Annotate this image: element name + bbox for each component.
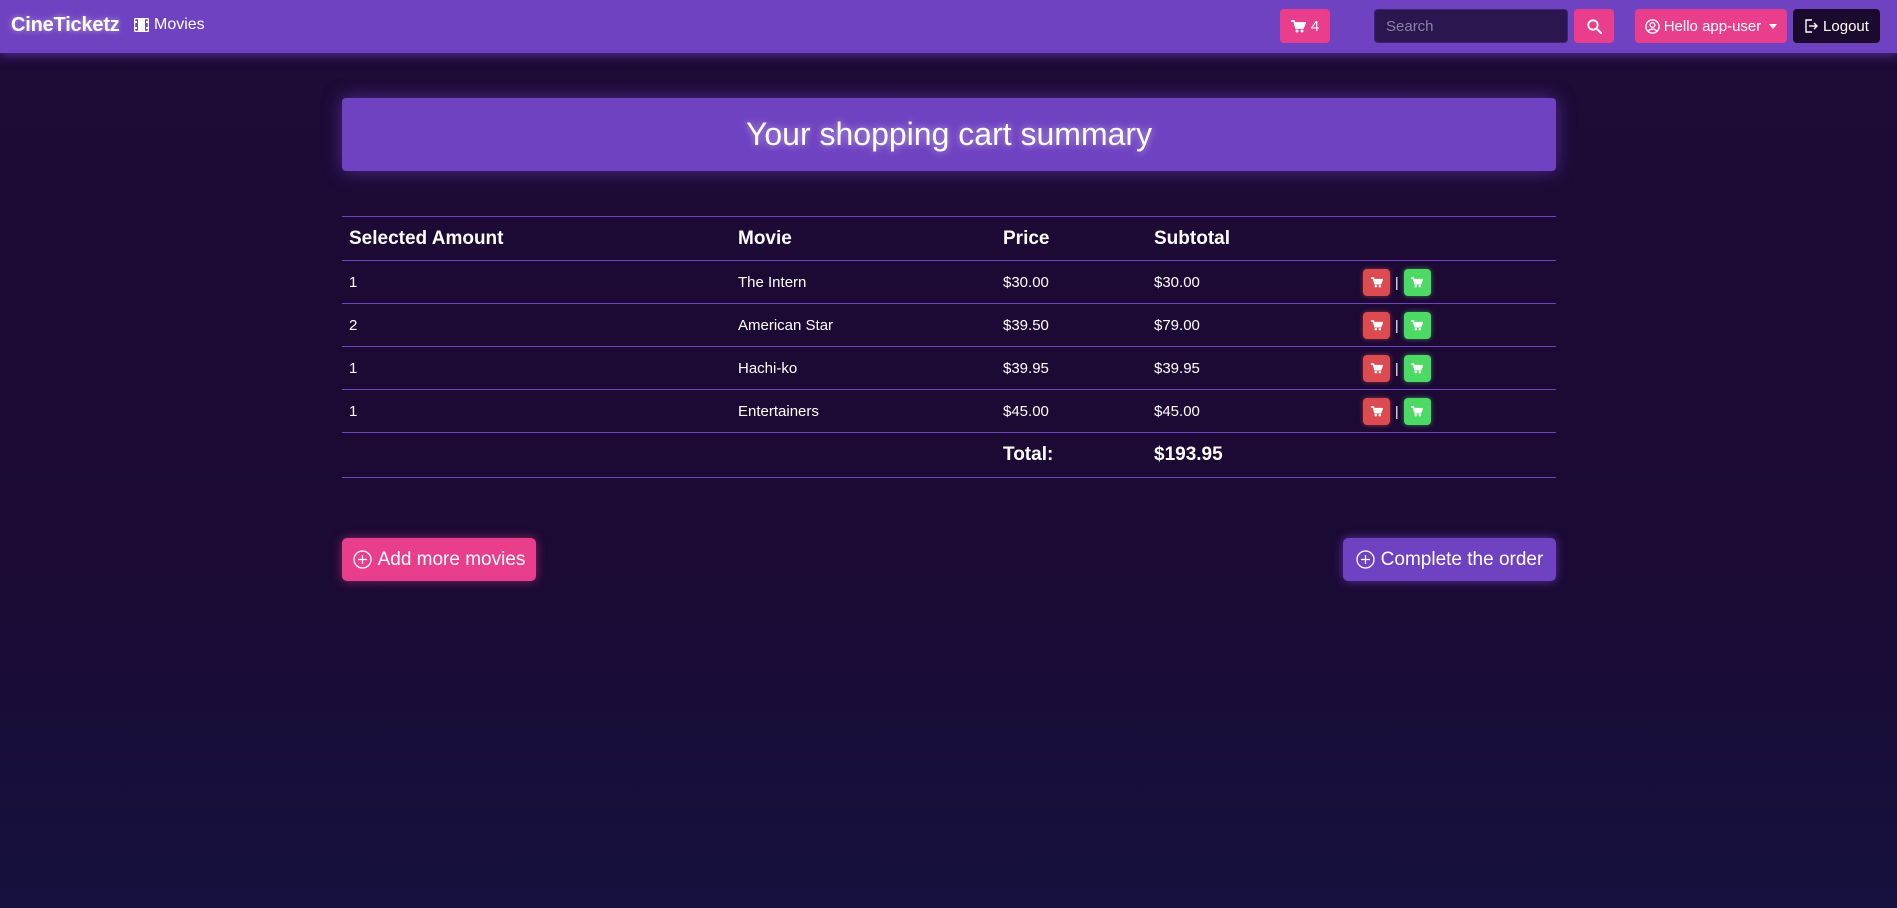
cell-subtotal: $79.00 — [1147, 303, 1356, 347]
remove-from-cart-button[interactable] — [1363, 354, 1390, 382]
cell-price: $45.00 — [996, 389, 1147, 433]
cell-actions: | — [1356, 346, 1556, 390]
cart-icon — [1411, 362, 1424, 373]
user-greeting: Hello app-user — [1663, 17, 1762, 35]
cart-icon — [1411, 405, 1424, 416]
add-to-cart-button[interactable] — [1403, 397, 1431, 425]
action-separator: | — [1395, 403, 1399, 419]
cell-actions: | — [1356, 303, 1556, 347]
table-row: 1 Entertainers $45.00 $45.00 | — [342, 389, 1556, 433]
cell-subtotal: $30.00 — [1147, 260, 1356, 304]
table-row: 1 The Intern $30.00 $30.00 | — [342, 260, 1556, 304]
cart-icon — [1370, 319, 1383, 330]
cell-amount: 1 — [342, 260, 731, 304]
logout-button[interactable]: Logout — [1793, 9, 1880, 43]
cell-movie: American Star — [731, 303, 996, 347]
film-icon — [134, 18, 149, 32]
nav-movies-label: Movies — [154, 16, 205, 33]
cell-movie: Hachi-ko — [731, 346, 996, 390]
table-header-row: Selected Amount Movie Price Subtotal — [342, 216, 1556, 261]
cart-icon — [1411, 276, 1424, 287]
remove-from-cart-button[interactable] — [1363, 268, 1390, 296]
cart-icon — [1411, 319, 1424, 330]
page-title: Your shopping cart summary — [745, 116, 1153, 152]
cart-button[interactable]: 4 — [1280, 9, 1330, 43]
action-separator: | — [1395, 274, 1399, 290]
page-title-banner: Your shopping cart summary — [342, 98, 1556, 171]
remove-from-cart-button[interactable] — [1363, 311, 1390, 339]
total-label: Total: — [996, 432, 1147, 478]
nav-movies-link[interactable]: Movies — [134, 16, 205, 34]
complete-order-button[interactable]: Complete the order — [1343, 538, 1556, 581]
action-separator: | — [1395, 360, 1399, 376]
logout-label: Logout — [1823, 17, 1869, 35]
search-button[interactable] — [1574, 9, 1614, 43]
search-input[interactable] — [1374, 9, 1568, 43]
cart-icon — [1290, 19, 1306, 32]
header-actions — [1356, 216, 1556, 261]
search-icon — [1586, 18, 1602, 34]
add-to-cart-button[interactable] — [1403, 268, 1431, 296]
plus-circle-icon — [352, 550, 372, 569]
navbar: CineTicketz Movies 4 Hello app-user — [0, 0, 1897, 53]
user-menu-button[interactable]: Hello app-user — [1635, 9, 1787, 43]
cell-price: $39.50 — [996, 303, 1147, 347]
cell-movie: The Intern — [731, 260, 996, 304]
cell-actions: | — [1356, 389, 1556, 433]
plus-circle-icon — [1356, 550, 1375, 569]
header-subtotal: Subtotal — [1147, 216, 1356, 261]
cart-icon — [1370, 362, 1383, 373]
cell-amount: 1 — [342, 389, 731, 433]
chevron-down-icon — [1769, 23, 1778, 29]
add-more-movies-button[interactable]: Add more movies — [342, 538, 536, 581]
logout-icon — [1805, 19, 1819, 33]
add-to-cart-button[interactable] — [1403, 354, 1431, 382]
cell-subtotal: $45.00 — [1147, 389, 1356, 433]
add-more-movies-label: Add more movies — [377, 548, 526, 570]
cart-table: Selected Amount Movie Price Subtotal 1 T… — [342, 216, 1556, 478]
brand-logo[interactable]: CineTicketz — [11, 14, 120, 37]
add-to-cart-button[interactable] — [1403, 311, 1431, 339]
remove-from-cart-button[interactable] — [1363, 397, 1390, 425]
cell-amount: 2 — [342, 303, 731, 347]
total-row: Total: $193.95 — [342, 432, 1556, 478]
cell-price: $39.95 — [996, 346, 1147, 390]
cell-movie: Entertainers — [731, 389, 996, 433]
cell-actions: | — [1356, 260, 1556, 304]
cart-icon — [1370, 276, 1383, 287]
header-movie: Movie — [731, 216, 996, 261]
total-value: $193.95 — [1147, 432, 1356, 478]
cart-icon — [1370, 405, 1383, 416]
user-circle-icon — [1644, 18, 1660, 34]
header-selected-amount: Selected Amount — [342, 216, 731, 261]
action-separator: | — [1395, 317, 1399, 333]
cart-count-badge: 4 — [1310, 17, 1320, 35]
header-price: Price — [996, 216, 1147, 261]
table-row: 2 American Star $39.50 $79.00 | — [342, 303, 1556, 347]
complete-order-label: Complete the order — [1380, 548, 1544, 570]
cell-price: $30.00 — [996, 260, 1147, 304]
cell-amount: 1 — [342, 346, 731, 390]
table-row: 1 Hachi-ko $39.95 $39.95 | — [342, 346, 1556, 390]
cell-subtotal: $39.95 — [1147, 346, 1356, 390]
